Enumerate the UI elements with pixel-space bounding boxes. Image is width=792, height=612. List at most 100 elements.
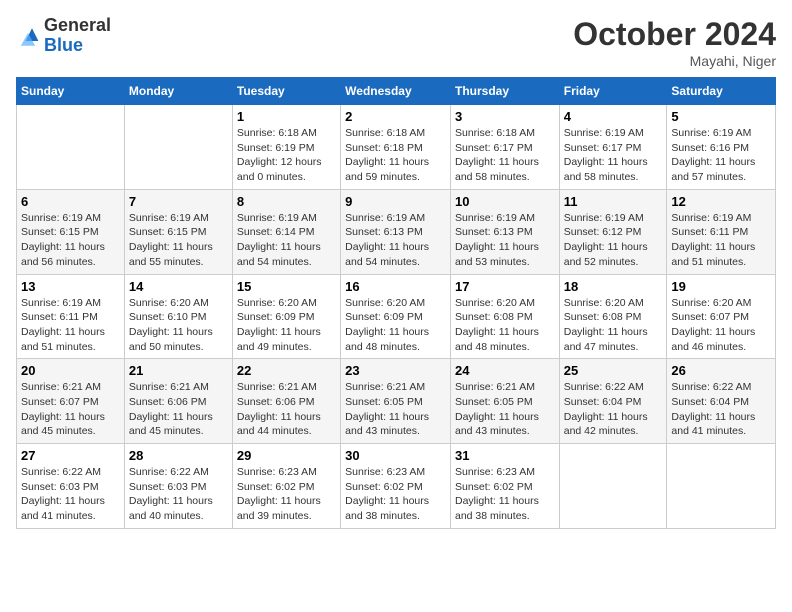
day-info: Sunrise: 6:18 AM Sunset: 6:17 PM Dayligh…: [455, 126, 555, 185]
day-info: Sunrise: 6:19 AM Sunset: 6:15 PM Dayligh…: [21, 211, 120, 270]
day-info: Sunrise: 6:20 AM Sunset: 6:09 PM Dayligh…: [237, 296, 336, 355]
calendar-cell: 30 Sunrise: 6:23 AM Sunset: 6:02 PM Dayli…: [341, 444, 451, 529]
calendar-table: SundayMondayTuesdayWednesdayThursdayFrid…: [16, 77, 776, 529]
day-info: Sunrise: 6:20 AM Sunset: 6:08 PM Dayligh…: [455, 296, 555, 355]
week-row-1: 1 Sunrise: 6:18 AM Sunset: 6:19 PM Daylig…: [17, 105, 776, 190]
logo: General Blue: [16, 16, 111, 56]
day-number: 15: [237, 279, 336, 294]
day-info: Sunrise: 6:20 AM Sunset: 6:07 PM Dayligh…: [671, 296, 771, 355]
day-info: Sunrise: 6:19 AM Sunset: 6:13 PM Dayligh…: [345, 211, 446, 270]
week-row-4: 20Sunrise: 6:21 AM Sunset: 6:07 PM Dayli…: [17, 359, 776, 444]
day-info: Sunrise: 6:21 AM Sunset: 6:06 PM Dayligh…: [237, 380, 336, 439]
weekday-header-friday: Friday: [559, 78, 667, 105]
month-title: October 2024: [573, 16, 776, 53]
weekday-header-saturday: Saturday: [667, 78, 776, 105]
day-number: 17: [455, 279, 555, 294]
logo-blue: Blue: [44, 36, 111, 56]
weekday-header-row: SundayMondayTuesdayWednesdayThursdayFrid…: [17, 78, 776, 105]
day-number: 22: [237, 363, 336, 378]
weekday-header-tuesday: Tuesday: [232, 78, 340, 105]
calendar-cell: 31 Sunrise: 6:23 AM Sunset: 6:02 PM Dayli…: [450, 444, 559, 529]
calendar-cell: 17 Sunrise: 6:20 AM Sunset: 6:08 PM Dayli…: [450, 274, 559, 359]
day-number: 8: [237, 194, 336, 209]
calendar-cell: [17, 105, 125, 190]
calendar-cell: 2 Sunrise: 6:18 AM Sunset: 6:18 PM Daylig…: [341, 105, 451, 190]
calendar-cell: [667, 444, 776, 529]
day-info: Sunrise: 6:19 AM Sunset: 6:15 PM Dayligh…: [129, 211, 228, 270]
logo-text: General Blue: [44, 16, 111, 56]
calendar-cell: 21Sunrise: 6:21 AM Sunset: 6:06 PM Dayli…: [124, 359, 232, 444]
day-info: Sunrise: 6:21 AM Sunset: 6:05 PM Dayligh…: [345, 380, 446, 439]
day-info: Sunrise: 6:23 AM Sunset: 6:02 PM Dayligh…: [237, 465, 336, 524]
page-header: General Blue October 2024 Mayahi, Niger: [16, 16, 776, 69]
day-info: Sunrise: 6:22 AM Sunset: 6:03 PM Dayligh…: [129, 465, 228, 524]
day-info: Sunrise: 6:19 AM Sunset: 6:14 PM Dayligh…: [237, 211, 336, 270]
day-info: Sunrise: 6:21 AM Sunset: 6:05 PM Dayligh…: [455, 380, 555, 439]
day-number: 23: [345, 363, 446, 378]
calendar-cell: 25 Sunrise: 6:22 AM Sunset: 6:04 PM Dayli…: [559, 359, 667, 444]
calendar-cell: 15 Sunrise: 6:20 AM Sunset: 6:09 PM Dayli…: [232, 274, 340, 359]
day-info: Sunrise: 6:22 AM Sunset: 6:04 PM Dayligh…: [564, 380, 663, 439]
weekday-header-monday: Monday: [124, 78, 232, 105]
calendar-cell: 22 Sunrise: 6:21 AM Sunset: 6:06 PM Dayli…: [232, 359, 340, 444]
logo-general: General: [44, 16, 111, 36]
day-info: Sunrise: 6:22 AM Sunset: 6:03 PM Dayligh…: [21, 465, 120, 524]
day-info: Sunrise: 6:19 AM Sunset: 6:12 PM Dayligh…: [564, 211, 663, 270]
calendar-cell: 28Sunrise: 6:22 AM Sunset: 6:03 PM Dayli…: [124, 444, 232, 529]
logo-icon: [16, 25, 40, 49]
day-number: 6: [21, 194, 120, 209]
week-row-3: 13 Sunrise: 6:19 AM Sunset: 6:11 PM Dayli…: [17, 274, 776, 359]
title-block: October 2024 Mayahi, Niger: [573, 16, 776, 69]
day-number: 1: [237, 109, 336, 124]
day-number: 11: [564, 194, 663, 209]
day-info: Sunrise: 6:22 AM Sunset: 6:04 PM Dayligh…: [671, 380, 771, 439]
calendar-cell: 10 Sunrise: 6:19 AM Sunset: 6:13 PM Dayli…: [450, 189, 559, 274]
day-number: 25: [564, 363, 663, 378]
calendar-cell: 20Sunrise: 6:21 AM Sunset: 6:07 PM Dayli…: [17, 359, 125, 444]
day-info: Sunrise: 6:18 AM Sunset: 6:18 PM Dayligh…: [345, 126, 446, 185]
calendar-cell: 6 Sunrise: 6:19 AM Sunset: 6:15 PM Daylig…: [17, 189, 125, 274]
calendar-cell: [124, 105, 232, 190]
day-info: Sunrise: 6:19 AM Sunset: 6:11 PM Dayligh…: [671, 211, 771, 270]
calendar-cell: 4Sunrise: 6:19 AM Sunset: 6:17 PM Daylig…: [559, 105, 667, 190]
day-number: 7: [129, 194, 228, 209]
calendar-cell: 3Sunrise: 6:18 AM Sunset: 6:17 PM Daylig…: [450, 105, 559, 190]
day-info: Sunrise: 6:20 AM Sunset: 6:10 PM Dayligh…: [129, 296, 228, 355]
day-number: 13: [21, 279, 120, 294]
calendar-cell: 11 Sunrise: 6:19 AM Sunset: 6:12 PM Dayli…: [559, 189, 667, 274]
day-number: 20: [21, 363, 120, 378]
calendar-cell: [559, 444, 667, 529]
calendar-cell: 27 Sunrise: 6:22 AM Sunset: 6:03 PM Dayli…: [17, 444, 125, 529]
calendar-cell: 5Sunrise: 6:19 AM Sunset: 6:16 PM Daylig…: [667, 105, 776, 190]
day-number: 12: [671, 194, 771, 209]
calendar-cell: 19 Sunrise: 6:20 AM Sunset: 6:07 PM Dayli…: [667, 274, 776, 359]
week-row-5: 27 Sunrise: 6:22 AM Sunset: 6:03 PM Dayli…: [17, 444, 776, 529]
weekday-header-thursday: Thursday: [450, 78, 559, 105]
day-info: Sunrise: 6:19 AM Sunset: 6:13 PM Dayligh…: [455, 211, 555, 270]
day-number: 16: [345, 279, 446, 294]
day-info: Sunrise: 6:23 AM Sunset: 6:02 PM Dayligh…: [455, 465, 555, 524]
day-number: 14: [129, 279, 228, 294]
weekday-header-wednesday: Wednesday: [341, 78, 451, 105]
calendar-cell: 14 Sunrise: 6:20 AM Sunset: 6:10 PM Dayli…: [124, 274, 232, 359]
calendar-cell: 23 Sunrise: 6:21 AM Sunset: 6:05 PM Dayli…: [341, 359, 451, 444]
calendar-cell: 8 Sunrise: 6:19 AM Sunset: 6:14 PM Daylig…: [232, 189, 340, 274]
day-number: 2: [345, 109, 446, 124]
day-number: 27: [21, 448, 120, 463]
day-number: 10: [455, 194, 555, 209]
day-info: Sunrise: 6:19 AM Sunset: 6:11 PM Dayligh…: [21, 296, 120, 355]
day-number: 30: [345, 448, 446, 463]
day-number: 5: [671, 109, 771, 124]
day-number: 31: [455, 448, 555, 463]
day-number: 19: [671, 279, 771, 294]
day-info: Sunrise: 6:18 AM Sunset: 6:19 PM Dayligh…: [237, 126, 336, 185]
day-info: Sunrise: 6:23 AM Sunset: 6:02 PM Dayligh…: [345, 465, 446, 524]
day-number: 4: [564, 109, 663, 124]
calendar-cell: 29Sunrise: 6:23 AM Sunset: 6:02 PM Dayli…: [232, 444, 340, 529]
day-number: 18: [564, 279, 663, 294]
calendar-cell: 7 Sunrise: 6:19 AM Sunset: 6:15 PM Daylig…: [124, 189, 232, 274]
day-number: 24: [455, 363, 555, 378]
calendar-cell: 16Sunrise: 6:20 AM Sunset: 6:09 PM Dayli…: [341, 274, 451, 359]
calendar-cell: 26Sunrise: 6:22 AM Sunset: 6:04 PM Dayli…: [667, 359, 776, 444]
calendar-cell: 12 Sunrise: 6:19 AM Sunset: 6:11 PM Dayli…: [667, 189, 776, 274]
